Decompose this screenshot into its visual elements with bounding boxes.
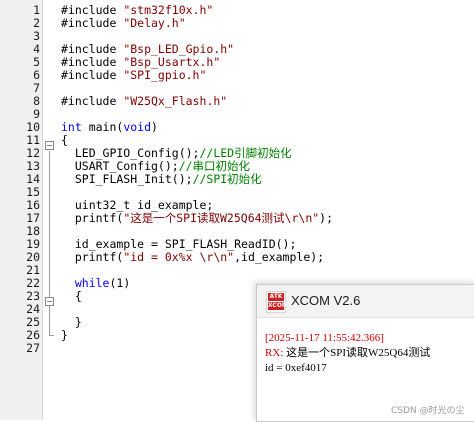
code-token: { <box>61 289 82 303</box>
code-token: while <box>74 276 110 290</box>
code-token: //串口初始化 <box>178 159 251 173</box>
code-token: void <box>123 120 152 134</box>
code-token: } <box>61 328 68 342</box>
receive-line-1: RX: 这是一个SPI读取W25Q64测试 <box>265 346 471 361</box>
code-text: printf("id = 0x%x \r\n",id_example); <box>61 251 324 264</box>
code-token: "Bsp_LED_Gpio.h" <box>123 42 235 56</box>
fold-collapse-icon[interactable]: − <box>45 297 54 306</box>
code-token: //SPI初始化 <box>192 172 262 186</box>
code-token: #include <box>61 94 124 108</box>
rx-text: 这是一个SPI读取W25Q64测试 <box>283 347 431 359</box>
code-token: ) <box>151 120 158 134</box>
code-token: #include <box>61 55 124 69</box>
code-line[interactable]: 14 SPI_FLASH_Init();//SPI初始化 <box>0 173 474 186</box>
code-text: printf("这是一个SPI读取W25Q64测试\r\n"); <box>61 212 333 225</box>
code-token: } <box>61 315 82 329</box>
watermark: CSDN @时光の尘 <box>391 406 465 416</box>
code-token: "SPI_gpio.h" <box>123 68 207 82</box>
code-token: main( <box>81 120 124 134</box>
code-token: //LED引脚初始化 <box>199 146 292 160</box>
xcom-title: XCOM V2.6 <box>291 293 361 308</box>
code-line[interactable]: 17 printf("这是一个SPI读取W25Q64测试\r\n"); <box>0 212 474 225</box>
code-token: "Delay.h" <box>123 16 186 30</box>
code-text: SPI_FLASH_Init();//SPI初始化 <box>61 173 262 186</box>
code-line[interactable]: 2 #include "Delay.h" <box>0 17 474 30</box>
fold-guide <box>49 151 50 335</box>
xcom-receive-area[interactable]: [2025-11-17 11:55:42.366] RX: 这是一个SPI读取W… <box>265 331 471 376</box>
code-token: int <box>61 120 82 134</box>
line-number: 27 <box>26 341 40 355</box>
code-line[interactable]: 20 printf("id = 0x%x \r\n",id_example); <box>0 251 474 264</box>
code-token: #include <box>61 68 124 82</box>
fold-collapse-icon[interactable]: − <box>45 141 54 150</box>
code-token: { <box>61 133 68 147</box>
code-token: "id = 0x%x \r\n" <box>123 250 235 264</box>
code-text: #include "Delay.h" <box>61 17 186 30</box>
code-text: int main(void) <box>61 121 158 134</box>
code-line[interactable]: 8 #include "W25Qx_Flash.h" <box>0 95 474 108</box>
code-token: ); <box>319 211 334 225</box>
code-token: #include <box>61 3 124 17</box>
code-line[interactable]: 6 #include "SPI_gpio.h" <box>0 69 474 82</box>
receive-line-2: id = 0xef4017 <box>265 362 327 374</box>
code-token: (1) <box>109 276 131 290</box>
code-token: printf( <box>61 250 124 264</box>
xcom-titlebar[interactable]: ATK XCOM XCOM V2.6 <box>257 285 474 318</box>
code-token: "stm32f10x.h" <box>123 3 214 17</box>
code-text: #include "SPI_gpio.h" <box>61 69 206 82</box>
xcom-logo-icon: ATK XCOM <box>266 291 288 313</box>
code-token: uint32_t id_example; <box>61 198 214 212</box>
code-token: ,id_example); <box>234 250 325 264</box>
code-token: "W25Qx_Flash.h" <box>123 94 228 108</box>
xcom-logo-top: ATK <box>268 293 284 301</box>
fold-end-marker <box>49 335 54 336</box>
code-token: LED_GPIO_Config(); <box>61 146 200 160</box>
code-text: { <box>61 290 82 303</box>
code-line[interactable]: 10 int main(void) <box>0 121 474 134</box>
code-token: id_example = SPI_FLASH_ReadID(); <box>61 237 297 251</box>
code-text: #include "W25Qx_Flash.h" <box>61 95 227 108</box>
xcom-logo-bottom: XCOM <box>268 302 288 310</box>
code-token: "Bsp_Usartx.h" <box>123 55 221 69</box>
code-token: printf( <box>61 211 124 225</box>
code-token: "这是一个SPI读取W25Q64测试\r\n" <box>123 211 320 225</box>
rx-label: RX: <box>265 347 284 359</box>
receive-timestamp: [2025-11-17 11:55:42.366] <box>265 332 384 344</box>
code-token: SPI_FLASH_Init(); <box>61 172 193 186</box>
xcom-window[interactable]: ATK XCOM XCOM V2.6 [2025-11-17 11:55:42.… <box>256 284 474 422</box>
code-text: } <box>61 329 68 342</box>
code-token: #include <box>61 16 124 30</box>
code-token: #include <box>61 42 124 56</box>
code-token: USART_Config(); <box>61 159 179 173</box>
